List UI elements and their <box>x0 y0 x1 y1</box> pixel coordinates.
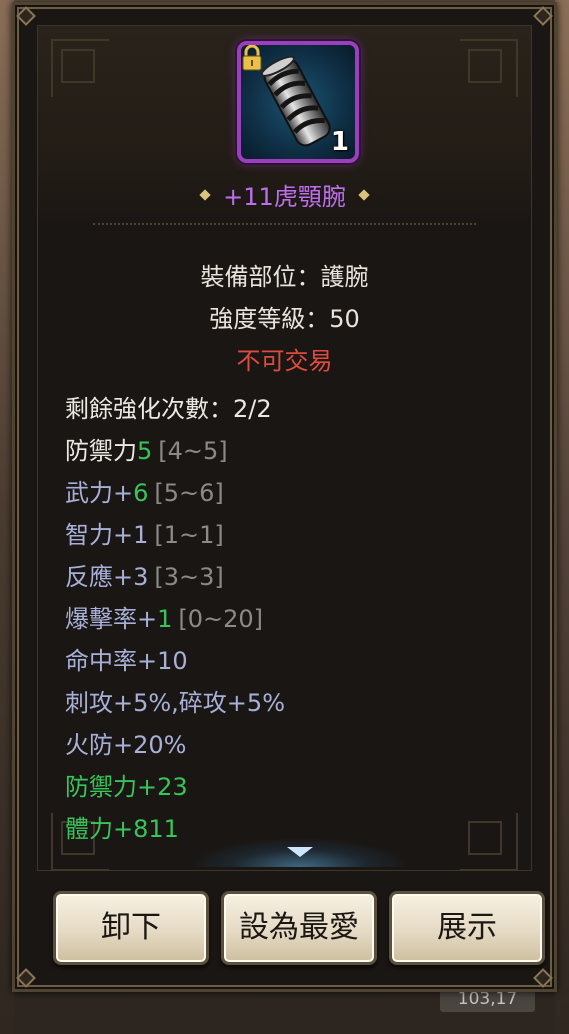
stat-range: [4~5] <box>158 437 228 465</box>
stat-row: 火防+20% <box>65 724 514 766</box>
stat-label: 命中率+10 <box>65 647 188 675</box>
stat-label: 反應+3 <box>65 563 149 591</box>
stat-row: 剩餘強化次數：2/2 <box>65 388 514 430</box>
stat-range: [3~3] <box>154 563 224 591</box>
chevron-down-icon <box>287 847 313 857</box>
item-stats-list: 剩餘強化次數：2/2 防禦力5 [4~5] 武力+6 [5~6] 智力+1 [1~1]… <box>65 388 514 850</box>
stat-label: 剩餘強化次數：2/2 <box>65 395 272 423</box>
stat-row: 刺攻+5%,碎攻+5% <box>65 682 514 724</box>
stat-range: [0~20] <box>178 605 264 633</box>
stat-label: 防禦力+23 <box>65 773 188 801</box>
stat-label: 武力+ <box>65 479 134 507</box>
item-tooltip-panel: 1 +11虎顎腕 裝備部位：護腕 強度等級：50 不可交易 剩餘強化次數：2/2… <box>12 2 557 992</box>
stat-label: 火防+20% <box>65 731 187 759</box>
lock-icon <box>242 45 262 71</box>
diamond-icon <box>199 188 211 201</box>
stat-row: 武力+6 [5~6] <box>65 472 514 514</box>
stat-label: 爆擊率+ <box>65 605 158 633</box>
diamond-icon <box>358 188 370 201</box>
stat-range: [5~6] <box>154 479 224 507</box>
scroll-down-indicator[interactable] <box>195 839 405 867</box>
stat-row: 智力+1 [1~1] <box>65 514 514 556</box>
stat-value: 5 <box>137 437 153 465</box>
frame-corner-ornament <box>533 6 553 26</box>
stat-label: 刺攻+5%,碎攻+5% <box>65 689 285 717</box>
background-scene-right <box>555 0 569 1034</box>
set-favorite-button[interactable]: 設為最愛 <box>221 891 377 965</box>
stat-label: 防禦力 <box>65 437 137 465</box>
stat-row: 防禦力+23 <box>65 766 514 808</box>
stat-value: 1 <box>157 605 173 633</box>
untradeable-text: 不可交易 <box>236 347 333 375</box>
unequip-button[interactable]: 卸下 <box>53 891 209 965</box>
strength-level-text: 強度等級：50 <box>209 305 360 333</box>
stat-label: 體力+811 <box>65 815 179 843</box>
fret-ornament <box>460 39 518 97</box>
item-stack-count: 1 <box>330 127 349 157</box>
frame-corner-ornament <box>16 6 36 26</box>
stat-row: 命中率+10 <box>65 640 514 682</box>
item-name: +11虎顎腕 <box>223 183 346 211</box>
action-button-bar: 卸下 設為最愛 展示 <box>31 877 545 977</box>
fret-ornament <box>51 39 109 97</box>
stat-row: 防禦力5 [4~5] <box>65 430 514 472</box>
stat-value: 6 <box>133 479 149 507</box>
title-divider <box>93 223 476 225</box>
stat-range: [1~1] <box>154 521 224 549</box>
stat-label: 智力+1 <box>65 521 149 549</box>
item-title-row: +11虎顎腕 <box>15 177 554 213</box>
item-icon-slot[interactable]: 1 <box>237 41 359 163</box>
stat-row: 反應+3 [3~3] <box>65 556 514 598</box>
stat-row: 爆擊率+1 [0~20] <box>65 598 514 640</box>
show-item-button[interactable]: 展示 <box>389 891 545 965</box>
equip-slot-text: 裝備部位：護腕 <box>200 263 369 291</box>
